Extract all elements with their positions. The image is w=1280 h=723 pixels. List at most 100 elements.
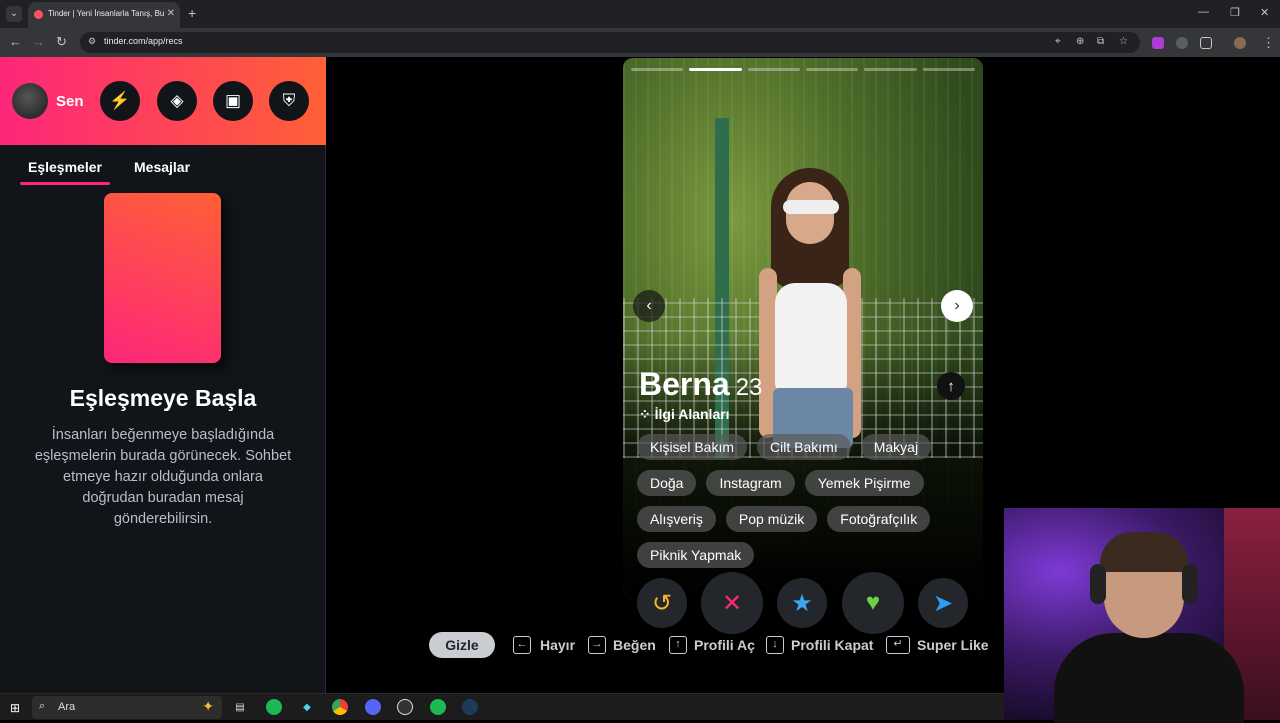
active-tab-indicator [20,182,110,185]
extension-icon[interactable] [1176,37,1188,49]
back-icon[interactable]: ← [9,34,22,49]
right-arrow-key-icon: → [588,636,606,654]
search-icon: ⌕ [39,700,46,712]
windows-start-icon[interactable]: ⊞ [10,701,20,715]
photo-progress-segment[interactable] [631,68,684,71]
forward-icon[interactable]: → [32,34,45,49]
tab-search-button[interactable]: ⌄ [6,6,22,22]
superlike-star-icon[interactable]: ★ [777,578,827,628]
interests-list: Kişisel Bakım Cilt Bakımı Makyaj Doğa In… [637,434,977,568]
extension-icon[interactable] [1152,37,1164,49]
shortcut-label: Hayır [540,637,576,653]
interest-chip: Yemek Pişirme [804,470,924,496]
up-arrow-key-icon: ↑ [669,636,687,654]
photo-progress-segment[interactable] [864,68,917,71]
webcam-overlay [1004,508,1280,723]
next-photo-icon[interactable]: › [941,290,973,322]
previous-photo-icon[interactable]: ‹ [633,290,665,322]
matches-sidebar: Sen ⚡ ◈ ▣ ⛨ Eşleşmeler Mesajlar Eşleşmey… [0,57,326,693]
new-tab-button[interactable]: + [188,5,196,21]
search-placeholder: Ara [58,701,76,713]
photo-progress-segment[interactable] [689,68,742,71]
extensions-puzzle-icon[interactable] [1200,37,1212,49]
enter-key-icon: ↵ [886,636,910,654]
reload-icon[interactable]: ↻ [56,34,67,50]
down-arrow-key-icon: ↓ [766,636,784,654]
sunglasses [783,200,839,214]
age: 23 [735,374,763,401]
tinder-favicon-icon [34,10,43,19]
kebab-menu-icon[interactable]: ⋮ [1262,35,1275,51]
window-close-icon[interactable]: ✕ [1260,6,1269,19]
tab-matches[interactable]: Eşleşmeler [28,159,102,175]
interest-chip: Doğa [637,470,697,496]
taskbar: ⊞ ⌕ Ara ✦ ▤ ◆ [0,693,1004,720]
name: Berna [639,366,730,402]
steam-icon[interactable] [462,699,478,715]
work-briefcase-icon[interactable]: ▣ [213,81,253,121]
site-info-icon[interactable]: ⚙ [88,36,96,47]
tab-title: Tinder | Yeni İnsanlarla Tanış, Bu [48,9,165,18]
app-icon[interactable] [266,699,282,715]
interest-chip: Makyaj [860,434,932,460]
zoom-icon[interactable]: ⊕ [1076,36,1084,47]
headphones [1090,564,1106,604]
like-heart-icon[interactable]: ♥ [842,572,904,634]
interest-chip: Alışveriş [637,506,716,532]
torso [775,283,847,393]
streamer-body [1054,633,1244,723]
profile-name: Berna 23 [639,366,762,403]
url-text: tinder.com/app/recs [104,36,183,46]
empty-description: İnsanları beğenmeye başladığında eşleşme… [34,427,292,527]
interest-chip: Piknik Yapmak [637,542,755,568]
streamer-hair [1100,532,1188,572]
interests-icon: ⁘ [639,406,655,422]
address-bar[interactable]: ⚙ tinder.com/app/recs ⌖ ⊕ ⧉ ☆ [80,32,1140,53]
photo-progress-segment[interactable] [922,68,975,71]
photo-progress-segment[interactable] [805,68,859,71]
taskbar-search[interactable]: ⌕ Ara ✦ [32,696,222,719]
open-profile-arrow-icon[interactable]: ↑ [937,372,965,400]
location-icon[interactable]: ⌖ [1055,36,1061,47]
minimize-icon[interactable]: — [1198,6,1209,18]
install-app-icon[interactable]: ⧉ [1097,36,1104,47]
restore-icon[interactable]: ❐ [1230,6,1240,19]
boost-send-icon[interactable]: ➤ [918,578,968,628]
task-view-icon[interactable]: ▤ [232,699,248,715]
interest-chip: Pop müzik [725,506,818,532]
discord-icon[interactable] [365,699,381,715]
shortcut-label: Super Like [917,637,989,653]
app-icon[interactable] [397,699,413,715]
close-icon[interactable]: ✕ [167,2,175,26]
interests-heading-text: İlgi Alanları [654,406,730,422]
interests-heading: ⁘ İlgi Alanları [639,406,730,423]
boost-icon[interactable]: ⚡ [100,81,140,121]
avatar[interactable] [12,83,48,119]
headphones [1182,564,1198,604]
spotify-icon[interactable] [430,699,446,715]
sidebar-tabs: Eşleşmeler Mesajlar [0,157,326,187]
browser-tab-bar: ⌄ Tinder | Yeni İnsanlarla Tanış, Bu ✕ +… [0,0,1280,28]
safety-shield-icon[interactable]: ⛨ [269,81,309,121]
app-icon[interactable]: ◆ [299,699,315,715]
tab-messages[interactable]: Mesajlar [134,159,190,175]
interest-chip: Cilt Bakımı [757,434,851,460]
shortcut-bar: Gizle ← Hayır → Beğen ↑ Profili Aç ↓ Pro… [0,628,1010,662]
nope-icon[interactable]: ✕ [701,572,763,634]
empty-title: Eşleşmeye Başla [69,385,257,411]
user-label[interactable]: Sen [56,93,84,110]
photo-progress-bars [631,68,975,71]
photo-progress-segment[interactable] [747,68,800,71]
profile-avatar[interactable] [1234,37,1246,49]
shortcut-label: Beğen [613,637,656,653]
chrome-icon[interactable] [332,699,348,715]
bookmark-star-icon[interactable]: ☆ [1119,36,1128,47]
hide-shortcuts-button[interactable]: Gizle [429,632,495,658]
profile-card[interactable]: ‹ › Berna 23 ↑ ⁘ İlgi Alanları Kişisel Ba… [623,58,983,598]
interest-chip: Kişisel Bakım [637,434,748,460]
explore-compass-icon[interactable]: ◈ [157,81,197,121]
empty-matches-card [104,193,221,363]
left-arrow-key-icon: ← [513,636,531,654]
browser-tab[interactable]: Tinder | Yeni İnsanlarla Tanış, Bu ✕ [28,2,180,28]
rewind-icon[interactable]: ↺ [637,578,687,628]
